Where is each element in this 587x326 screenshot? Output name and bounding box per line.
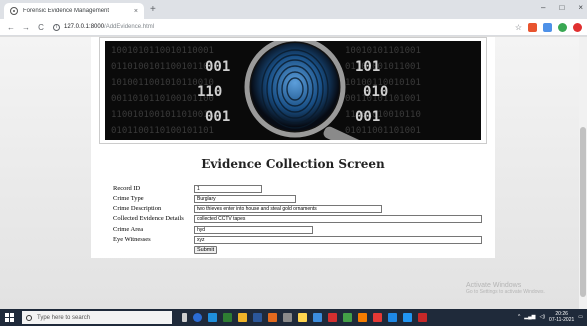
extension-icon[interactable] bbox=[543, 23, 552, 32]
maximize-button[interactable]: □ bbox=[559, 3, 564, 12]
opera-icon[interactable] bbox=[573, 23, 582, 32]
svg-text:1001010110010110001: 1001010110010110001 bbox=[111, 46, 214, 56]
taskbar-search-placeholder: Type here to search bbox=[37, 314, 91, 321]
browser-toolbar: ← → C i 127.0.0.1:8000/AddEvidence.html … bbox=[0, 19, 587, 36]
crime-type-input[interactable]: Burglary bbox=[194, 195, 296, 203]
extension-icons: ☆ bbox=[515, 23, 582, 32]
address-bar[interactable]: i 127.0.0.1:8000/AddEvidence.html bbox=[53, 21, 553, 34]
banner-graphic: 1001010110010110001 0110100101100101101 … bbox=[105, 41, 481, 140]
extension-icon[interactable] bbox=[528, 23, 537, 32]
app-icon[interactable] bbox=[403, 313, 412, 322]
tab-close-icon[interactable]: × bbox=[134, 8, 138, 15]
page-viewport: 1001010110010110001 0110100101100101101 … bbox=[0, 37, 587, 309]
record-id-label: Record ID bbox=[113, 185, 141, 192]
app-icon[interactable] bbox=[418, 313, 427, 322]
scrollbar-thumb[interactable] bbox=[580, 127, 586, 297]
svg-text:10010101101001: 10010101101001 bbox=[345, 46, 421, 56]
store-icon[interactable] bbox=[223, 313, 232, 322]
url-text: 127.0.0.1:8000/AddEvidence.html bbox=[64, 24, 154, 30]
svg-text:010: 010 bbox=[363, 84, 388, 100]
new-tab-button[interactable]: + bbox=[150, 3, 156, 17]
crime-description-label: Crime Description bbox=[113, 205, 162, 212]
forward-button[interactable]: → bbox=[22, 23, 30, 32]
svg-text:001: 001 bbox=[205, 109, 230, 125]
cortana-icon[interactable] bbox=[193, 313, 202, 322]
svg-text:01011001101001: 01011001101001 bbox=[345, 126, 421, 136]
window-controls: – □ × bbox=[541, 3, 583, 12]
page-container: 1001010110010110001 0110100101100101101 … bbox=[91, 37, 495, 258]
bookmark-star-icon[interactable]: ☆ bbox=[515, 23, 522, 32]
chrome-icon[interactable] bbox=[328, 313, 337, 322]
crime-area-input[interactable]: hyd bbox=[194, 226, 313, 234]
taskbar-search-box[interactable]: Type here to search bbox=[22, 311, 172, 324]
taskbar-clock[interactable]: 20:26 07-11-2021 bbox=[549, 311, 574, 323]
svg-text:001: 001 bbox=[205, 59, 230, 75]
word-icon[interactable] bbox=[253, 313, 262, 322]
watermark-subtitle: Go to Settings to activate Windows. bbox=[466, 289, 545, 295]
app-icon[interactable] bbox=[358, 313, 367, 322]
microphone-icon[interactable] bbox=[182, 313, 187, 322]
network-icon[interactable]: ▂▄▆ bbox=[524, 314, 535, 320]
submit-button[interactable]: Submit bbox=[194, 246, 218, 254]
app-icon[interactable] bbox=[298, 313, 307, 322]
watermark-title: Activate Windows bbox=[466, 282, 522, 289]
tray-chevron-icon[interactable]: ^ bbox=[518, 314, 520, 320]
banner-frame: 1001010110010110001 0110100101100101101 … bbox=[99, 37, 487, 144]
evidence-details-label: Collected Evidence Details bbox=[113, 215, 184, 222]
pdf-icon[interactable] bbox=[373, 313, 382, 322]
reload-button[interactable]: C bbox=[37, 23, 45, 32]
volume-icon[interactable]: ◁) bbox=[540, 314, 546, 320]
crime-area-label: Crime Area bbox=[113, 226, 144, 233]
globe-icon bbox=[10, 7, 18, 15]
taskbar-pinned-apps bbox=[182, 313, 427, 322]
app-icon[interactable] bbox=[343, 313, 352, 322]
app-icon[interactable] bbox=[313, 313, 322, 322]
profile-avatar-icon[interactable] bbox=[558, 23, 567, 32]
eye-witnesses-label: Eye Witnesses bbox=[113, 236, 151, 243]
file-explorer-icon[interactable] bbox=[238, 313, 247, 322]
svg-text:1100101001011010011: 1100101001011010011 bbox=[111, 110, 214, 120]
browser-tab[interactable]: Forensic Evidence Management × bbox=[4, 3, 144, 19]
record-id-input[interactable]: 1 bbox=[194, 185, 262, 193]
app-icon[interactable] bbox=[283, 313, 292, 322]
edge-icon[interactable] bbox=[208, 313, 217, 322]
svg-text:0110100101100101101: 0110100101100101101 bbox=[111, 62, 214, 72]
search-icon bbox=[26, 314, 32, 321]
app-icon[interactable] bbox=[388, 313, 397, 322]
url-host: 127.0.0.1:8000 bbox=[64, 24, 105, 30]
crime-type-label: Crime Type bbox=[113, 195, 144, 202]
evidence-details-input[interactable]: collected CCTV tapes bbox=[194, 215, 482, 223]
desktop-screen: Forensic Evidence Management × + – □ × ←… bbox=[0, 0, 587, 326]
page-title: Evidence Collection Screen bbox=[201, 157, 385, 171]
svg-text:110: 110 bbox=[197, 84, 222, 100]
back-button[interactable]: ← bbox=[7, 23, 15, 32]
windows-start-icon[interactable] bbox=[5, 313, 14, 322]
close-window-button[interactable]: × bbox=[578, 3, 583, 12]
fingerprint-magnifier-image: 1001010110010110001 0110100101100101101 … bbox=[105, 41, 481, 140]
activate-windows-watermark: Activate Windows Go to Settings to activ… bbox=[466, 282, 545, 295]
windows-taskbar: Type here to search ^ ▂▄▆ ◁) 20:26 07-11… bbox=[0, 309, 587, 326]
clock-date: 07-11-2021 bbox=[549, 317, 575, 323]
info-icon[interactable]: i bbox=[53, 23, 60, 31]
app-icon[interactable] bbox=[268, 313, 277, 322]
url-path: /AddEvidence.html bbox=[104, 24, 155, 30]
system-tray: ^ ▂▄▆ ◁) 20:26 07-11-2021 ▭ bbox=[518, 311, 583, 323]
crime-description-input[interactable]: two thieves enter into house and steal g… bbox=[194, 205, 382, 213]
browser-tab-strip: Forensic Evidence Management × + – □ × bbox=[0, 0, 587, 19]
tab-title: Forensic Evidence Management bbox=[23, 8, 110, 14]
page-scrollbar[interactable] bbox=[579, 37, 587, 309]
notifications-icon[interactable]: ▭ bbox=[578, 314, 583, 320]
svg-text:0101100110100101101: 0101100110100101101 bbox=[111, 126, 214, 136]
minimize-button[interactable]: – bbox=[541, 3, 545, 12]
eye-witnesses-input[interactable]: xyz bbox=[194, 236, 482, 244]
svg-text:101: 101 bbox=[355, 59, 380, 75]
svg-text:001: 001 bbox=[355, 109, 380, 125]
